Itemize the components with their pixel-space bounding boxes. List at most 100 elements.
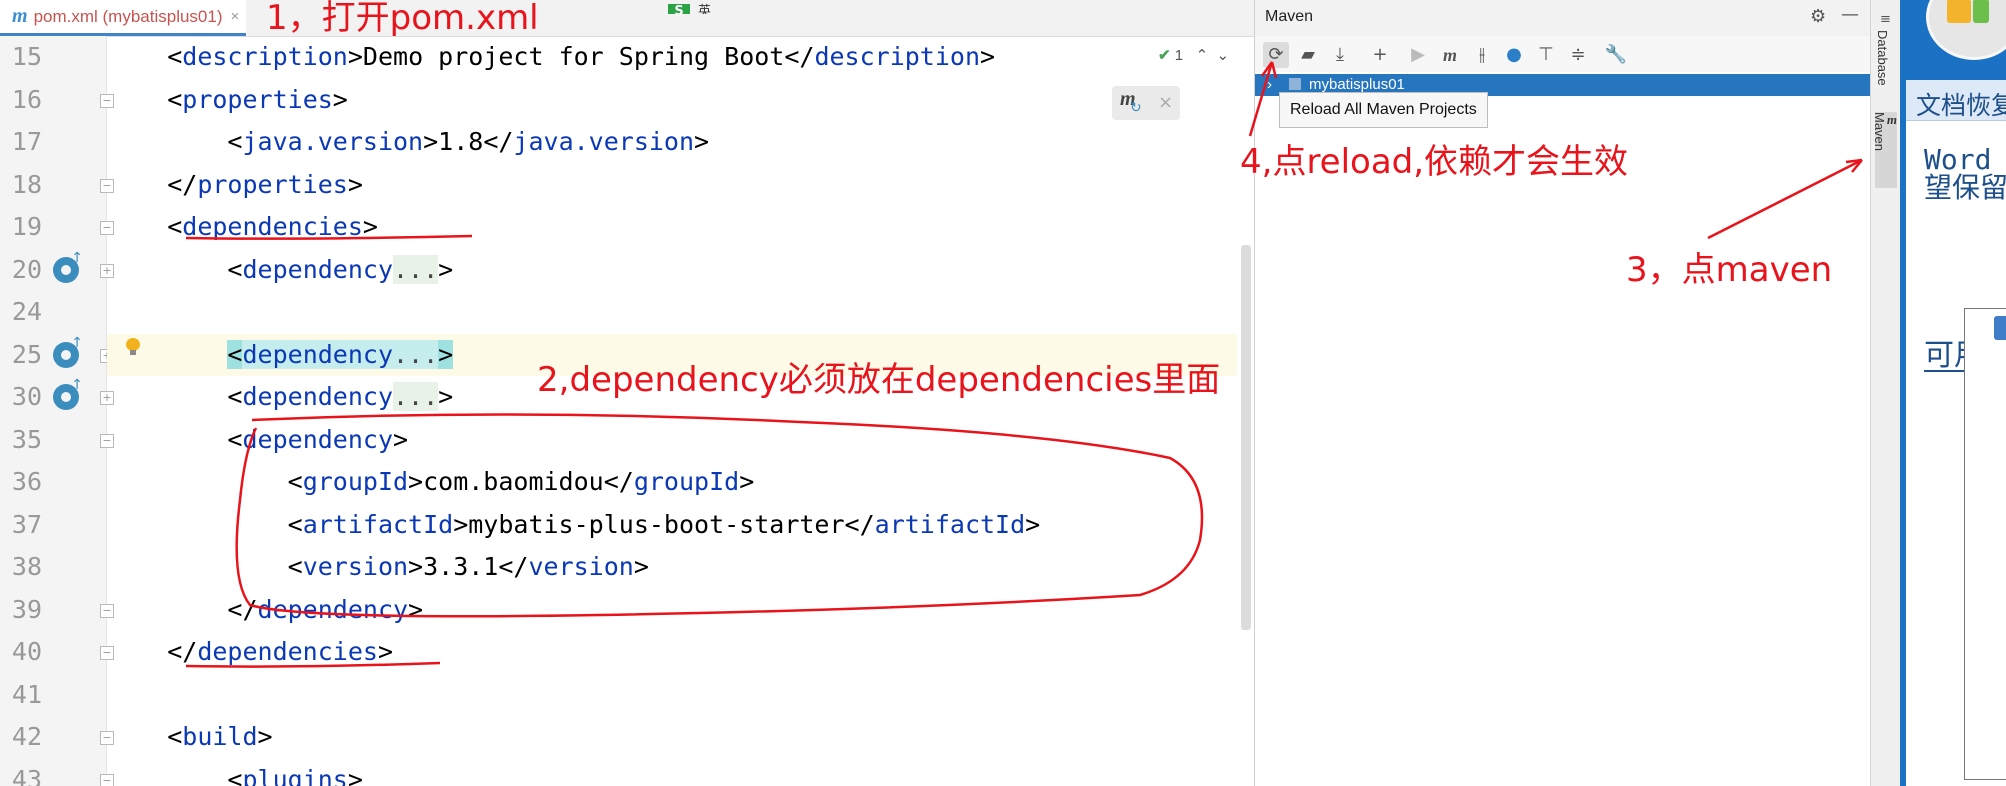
line-number: 20 [11,254,42,284]
maven-tool-button[interactable]: m Maven [1872,112,1897,188]
code-line[interactable]: <description>Demo project for Spring Boo… [107,36,1237,78]
code-line[interactable]: </properties> [107,164,1237,206]
dependency-gutter-icon[interactable]: ↑ [53,378,83,410]
code-line[interactable] [107,291,1237,333]
line-number: 36 [11,467,42,496]
annotation-step-3: 3，点maven [1626,250,1833,290]
folded-region[interactable]: ... [393,339,439,369]
folded-region[interactable]: ... [393,382,439,411]
code-text: < [227,254,243,284]
code-text: > [438,339,454,369]
office-logo [1926,0,2006,60]
background-window: 文档恢复 Word望保留 可用文 [1900,0,2006,786]
code-text: < [287,509,303,539]
code-line[interactable] [107,674,1237,716]
chevron-up-icon[interactable]: ⌃ [1187,47,1209,64]
xml-tag-name: properties [197,169,348,199]
code-line[interactable]: <plugins> [107,759,1237,786]
code-text: >mybatis-plus-boot-starter</ [453,509,875,539]
dependency-gutter-icon[interactable]: ↑ [53,336,83,368]
code-text: >3.3.1</ [408,552,529,581]
xml-tag-name: dependency [257,594,409,624]
code-text: < [167,212,183,241]
chevron-right-icon[interactable]: › [1267,76,1272,93]
code-line[interactable]: <groupId>com.baomidou</groupId> [107,461,1237,503]
code-text: > [408,594,424,624]
toggle-offline-icon[interactable]: ⫲ [1469,42,1495,68]
plus-icon[interactable]: + [1367,42,1393,68]
right-tool-strip: ≡ Database m Maven [1870,0,1901,786]
code-text: < [287,552,303,581]
skip-tests-icon[interactable]: ● [1501,42,1527,68]
reload-tooltip: Reload All Maven Projects [1279,92,1488,128]
chevron-down-icon[interactable]: ⌄ [1212,47,1230,64]
gear-icon[interactable]: ⚙ [1810,6,1826,27]
line-number: 15 [11,42,42,71]
maven-title: Maven [1265,8,1314,25]
collapse-icon[interactable]: ≑ [1565,42,1591,68]
code-text: > [438,254,454,284]
project-name: mybatisplus01 [1309,76,1405,93]
minimize-icon[interactable]: — [1841,4,1859,25]
file-list[interactable] [1964,308,2006,780]
close-icon[interactable]: × [231,8,240,25]
code-text: > [1025,509,1041,539]
inspection-widget[interactable]: ✔ 1 ⌃ ⌄ [1158,46,1229,64]
code-line[interactable]: <dependency...> [107,249,1237,291]
line-number: 38 [11,552,42,581]
show-dependencies-icon[interactable]: ⊤ [1533,42,1559,68]
code-text: < [167,722,183,751]
code-line[interactable]: <version>3.3.1</version> [107,546,1237,588]
run-icon[interactable]: ▶ [1405,42,1431,68]
code-line[interactable]: <dependency> [107,419,1237,461]
download-icon[interactable]: ⤓ [1327,42,1353,68]
xml-tag-name: version [302,552,409,581]
maven-icon: m [1886,112,1897,127]
code-text: > [393,424,409,454]
folded-region[interactable]: ... [393,254,439,284]
reload-icon[interactable]: ⟳ [1263,42,1289,68]
code-line[interactable]: </dependencies> [107,631,1237,673]
maven-load-changes-popup[interactable]: m ↻ × [1112,86,1180,120]
code-text: < [167,84,183,114]
vertical-scrollbar[interactable] [1241,245,1251,630]
code-text: </ [167,637,198,666]
line-number: 18 [11,169,42,199]
line-number: 17 [11,127,42,156]
xml-tag-name: dependencies [182,212,363,241]
maven-goal-icon[interactable]: m [1437,42,1463,68]
code-text: >com.baomidou</ [408,467,634,496]
database-tool-button[interactable]: Database [1875,30,1890,86]
code-line[interactable]: <artifactId>mybatis-plus-boot-starter</a… [107,504,1237,546]
settings-wrench-icon[interactable]: 🔧 [1603,42,1629,68]
annotation-step-4: 4,点reload,依赖才会生效 [1240,142,1629,182]
code-text: > [739,467,755,496]
code-line[interactable]: <dependencies> [107,206,1237,248]
lightbulb-icon[interactable] [126,338,140,356]
ime-toolbar[interactable]: S英 [668,0,868,14]
close-icon[interactable]: × [1158,92,1173,113]
panel-text: Word 望保留 [1924,146,2006,202]
add-folder-icon[interactable]: ▰ [1295,42,1321,68]
code-line[interactable]: <properties> [107,79,1237,121]
code-line[interactable]: <build> [107,716,1237,758]
dependency-gutter-icon[interactable]: ↑ [53,251,83,283]
code-area[interactable]: <description>Demo project for Spring Boo… [107,36,1237,786]
tab-pom-xml[interactable]: m pom.xml (mybatisplus01) × [0,0,246,36]
code-text: > [694,127,710,156]
code-text: < [227,424,243,454]
code-line[interactable]: </dependency> [107,589,1237,631]
line-number: 35 [11,424,42,454]
code-line[interactable]: <java.version>1.8</java.version> [107,121,1237,163]
code-text: >Demo project for Spring Boot</ [347,42,815,71]
line-number: 42 [11,722,42,751]
